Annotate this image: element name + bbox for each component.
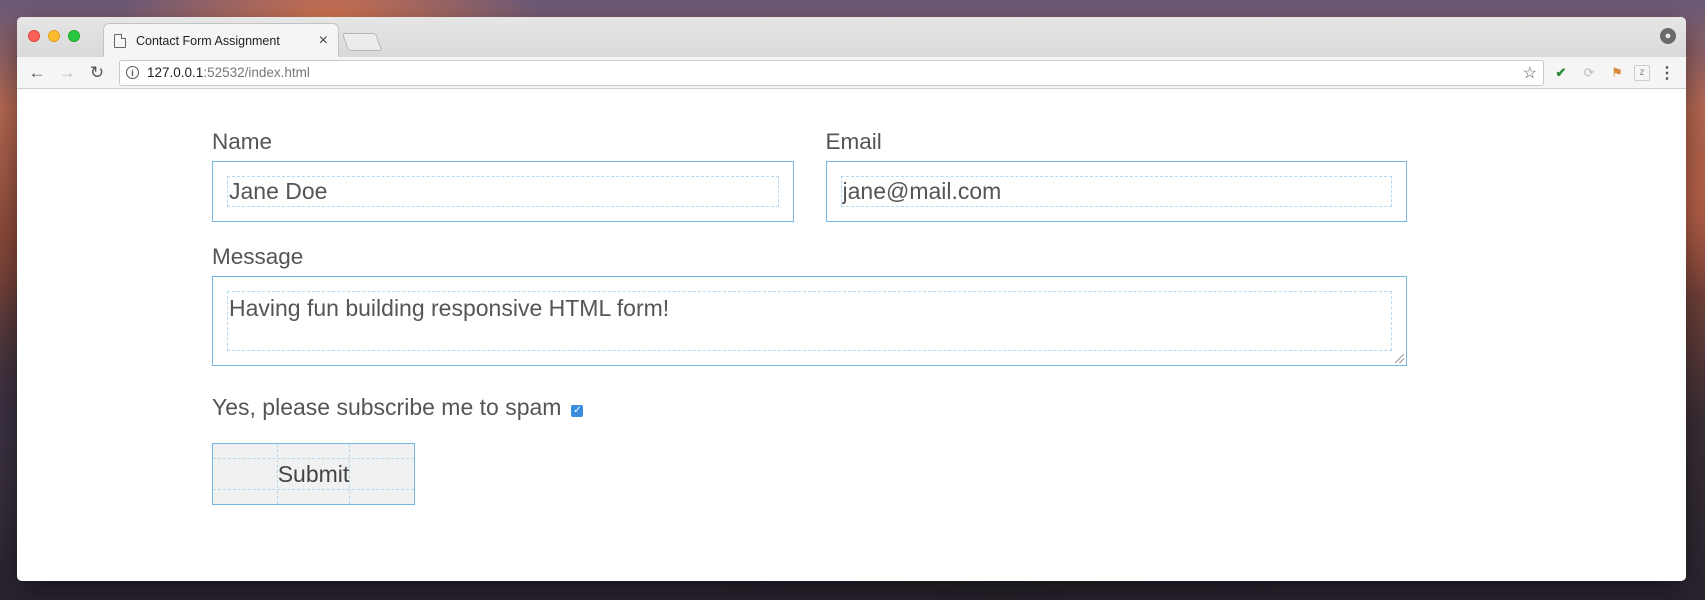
- page-content: Name Jane Doe Email jane@mail.com Messag…: [17, 89, 1686, 581]
- email-input[interactable]: jane@mail.com: [825, 161, 1407, 222]
- extension-check-icon[interactable]: ✔: [1550, 62, 1572, 84]
- name-field-group: Name Jane Doe: [212, 129, 794, 222]
- name-input[interactable]: Jane Doe: [212, 161, 794, 222]
- browser-window: Contact Form Assignment × ● ← → ↻ i 127.…: [17, 17, 1686, 581]
- email-label: Email: [825, 129, 882, 154]
- forward-arrow-icon[interactable]: →: [55, 61, 79, 85]
- message-field-group: Message Having fun building responsive H…: [212, 244, 1407, 366]
- name-email-row: Name Jane Doe Email jane@mail.com: [212, 129, 1407, 222]
- address-bar[interactable]: i 127.0.0.1:52532/index.html ☆: [119, 59, 1544, 86]
- star-icon[interactable]: ☆: [1523, 63, 1537, 83]
- message-text: Having fun building responsive HTML form…: [229, 295, 670, 321]
- url-host: 127.0.0.1: [147, 65, 204, 80]
- new-tab-button[interactable]: [341, 33, 383, 51]
- submit-label: Submit: [277, 460, 350, 487]
- close-window-button[interactable]: [28, 30, 40, 42]
- back-arrow-icon[interactable]: ←: [25, 61, 49, 85]
- subscribe-row: Yes, please subscribe me to spam ✓: [212, 394, 1407, 421]
- extension-sync-icon[interactable]: ⟳: [1578, 62, 1600, 84]
- window-controls: [28, 30, 80, 42]
- info-icon[interactable]: i: [126, 66, 139, 79]
- subscribe-checkbox[interactable]: ✓: [571, 404, 584, 417]
- browser-tab[interactable]: Contact Form Assignment ×: [103, 23, 339, 57]
- name-label: Name: [212, 129, 273, 154]
- tab-close-icon[interactable]: ×: [319, 32, 328, 49]
- reload-icon[interactable]: ↻: [85, 61, 109, 85]
- title-bar: Contact Form Assignment × ●: [17, 17, 1686, 57]
- submit-button[interactable]: Submit: [212, 443, 415, 505]
- menu-icon[interactable]: ⋮: [1656, 62, 1678, 84]
- page-icon: [114, 33, 126, 48]
- profile-icon[interactable]: ●: [1660, 28, 1676, 44]
- browser-toolbar: ← → ↻ i 127.0.0.1:52532/index.html ☆ ✔ ⟳…: [17, 57, 1686, 89]
- url-path: :52532/index.html: [203, 65, 310, 80]
- resize-handle[interactable]: [1395, 354, 1404, 363]
- tab-title: Contact Form Assignment: [136, 33, 280, 48]
- extension-flag-icon[interactable]: ⚑: [1606, 62, 1628, 84]
- extension-z-icon[interactable]: z: [1634, 64, 1650, 81]
- minimize-window-button[interactable]: [48, 30, 60, 42]
- email-field-group: Email jane@mail.com: [825, 129, 1407, 222]
- subscribe-label: Yes, please subscribe me to spam: [212, 394, 562, 420]
- message-label: Message: [212, 244, 304, 269]
- contact-form: Name Jane Doe Email jane@mail.com Messag…: [212, 129, 1407, 505]
- maximize-window-button[interactable]: [68, 30, 80, 42]
- message-textarea[interactable]: Having fun building responsive HTML form…: [212, 276, 1407, 366]
